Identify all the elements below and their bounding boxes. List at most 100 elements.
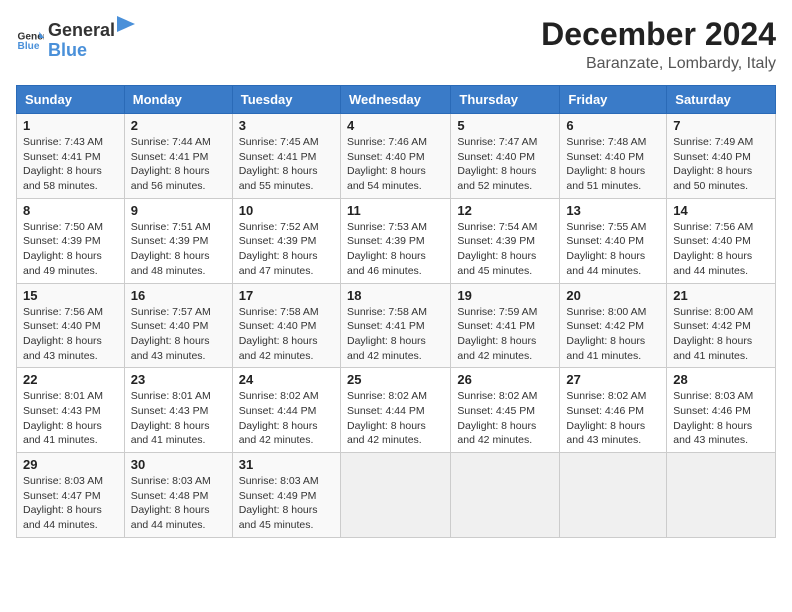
day-number: 13 [566, 203, 660, 218]
day-detail: Sunrise: 7:53 AMSunset: 4:39 PMDaylight:… [347, 221, 427, 277]
calendar-day-cell [667, 453, 776, 538]
logo-blue-text: Blue [48, 40, 87, 60]
calendar-table: SundayMondayTuesdayWednesdayThursdayFrid… [16, 85, 776, 538]
weekday-header: Monday [124, 86, 232, 114]
calendar-week-row: 29 Sunrise: 8:03 AMSunset: 4:47 PMDaylig… [17, 453, 776, 538]
day-detail: Sunrise: 8:01 AMSunset: 4:43 PMDaylight:… [131, 390, 211, 446]
calendar-header-row: SundayMondayTuesdayWednesdayThursdayFrid… [17, 86, 776, 114]
day-number: 2 [131, 118, 226, 133]
day-detail: Sunrise: 7:50 AMSunset: 4:39 PMDaylight:… [23, 221, 103, 277]
calendar-day-cell: 18 Sunrise: 7:58 AMSunset: 4:41 PMDaylig… [340, 283, 450, 368]
weekday-header: Friday [560, 86, 667, 114]
logo-general-text: General [48, 21, 115, 41]
weekday-header: Wednesday [340, 86, 450, 114]
calendar-day-cell: 14 Sunrise: 7:56 AMSunset: 4:40 PMDaylig… [667, 198, 776, 283]
weekday-header: Thursday [451, 86, 560, 114]
day-number: 24 [239, 372, 334, 387]
day-detail: Sunrise: 8:00 AMSunset: 4:42 PMDaylight:… [673, 306, 753, 362]
calendar-day-cell: 15 Sunrise: 7:56 AMSunset: 4:40 PMDaylig… [17, 283, 125, 368]
day-detail: Sunrise: 8:02 AMSunset: 4:44 PMDaylight:… [347, 390, 427, 446]
day-detail: Sunrise: 7:48 AMSunset: 4:40 PMDaylight:… [566, 136, 646, 192]
day-number: 22 [23, 372, 118, 387]
day-detail: Sunrise: 8:03 AMSunset: 4:48 PMDaylight:… [131, 475, 211, 531]
day-detail: Sunrise: 7:54 AMSunset: 4:39 PMDaylight:… [457, 221, 537, 277]
calendar-week-row: 15 Sunrise: 7:56 AMSunset: 4:40 PMDaylig… [17, 283, 776, 368]
calendar-day-cell [340, 453, 450, 538]
calendar-day-cell: 17 Sunrise: 7:58 AMSunset: 4:40 PMDaylig… [232, 283, 340, 368]
weekday-header: Saturday [667, 86, 776, 114]
main-title: December 2024 [541, 16, 776, 53]
calendar-week-row: 1 Sunrise: 7:43 AMSunset: 4:41 PMDayligh… [17, 114, 776, 199]
calendar-day-cell: 2 Sunrise: 7:44 AMSunset: 4:41 PMDayligh… [124, 114, 232, 199]
calendar-day-cell: 20 Sunrise: 8:00 AMSunset: 4:42 PMDaylig… [560, 283, 667, 368]
calendar-day-cell: 10 Sunrise: 7:52 AMSunset: 4:39 PMDaylig… [232, 198, 340, 283]
day-detail: Sunrise: 7:49 AMSunset: 4:40 PMDaylight:… [673, 136, 753, 192]
weekday-header: Sunday [17, 86, 125, 114]
logo: General Blue General Blue [16, 16, 136, 61]
day-detail: Sunrise: 7:59 AMSunset: 4:41 PMDaylight:… [457, 306, 537, 362]
day-detail: Sunrise: 8:03 AMSunset: 4:49 PMDaylight:… [239, 475, 319, 531]
day-detail: Sunrise: 8:02 AMSunset: 4:46 PMDaylight:… [566, 390, 646, 446]
day-detail: Sunrise: 7:58 AMSunset: 4:40 PMDaylight:… [239, 306, 319, 362]
day-detail: Sunrise: 7:52 AMSunset: 4:39 PMDaylight:… [239, 221, 319, 277]
calendar-day-cell [451, 453, 560, 538]
calendar-day-cell: 23 Sunrise: 8:01 AMSunset: 4:43 PMDaylig… [124, 368, 232, 453]
day-detail: Sunrise: 7:43 AMSunset: 4:41 PMDaylight:… [23, 136, 103, 192]
page-header: General Blue General Blue December 2024 … [16, 16, 776, 73]
day-number: 25 [347, 372, 444, 387]
logo-icon: General Blue [16, 24, 44, 52]
calendar-day-cell: 26 Sunrise: 8:02 AMSunset: 4:45 PMDaylig… [451, 368, 560, 453]
day-number: 29 [23, 457, 118, 472]
day-number: 10 [239, 203, 334, 218]
day-number: 23 [131, 372, 226, 387]
calendar-day-cell: 1 Sunrise: 7:43 AMSunset: 4:41 PMDayligh… [17, 114, 125, 199]
calendar-day-cell: 5 Sunrise: 7:47 AMSunset: 4:40 PMDayligh… [451, 114, 560, 199]
day-number: 20 [566, 288, 660, 303]
calendar-day-cell [560, 453, 667, 538]
day-number: 30 [131, 457, 226, 472]
calendar-day-cell: 12 Sunrise: 7:54 AMSunset: 4:39 PMDaylig… [451, 198, 560, 283]
day-number: 17 [239, 288, 334, 303]
day-detail: Sunrise: 7:51 AMSunset: 4:39 PMDaylight:… [131, 221, 211, 277]
calendar-day-cell: 21 Sunrise: 8:00 AMSunset: 4:42 PMDaylig… [667, 283, 776, 368]
calendar-day-cell: 31 Sunrise: 8:03 AMSunset: 4:49 PMDaylig… [232, 453, 340, 538]
calendar-day-cell: 6 Sunrise: 7:48 AMSunset: 4:40 PMDayligh… [560, 114, 667, 199]
calendar-day-cell: 29 Sunrise: 8:03 AMSunset: 4:47 PMDaylig… [17, 453, 125, 538]
day-detail: Sunrise: 8:00 AMSunset: 4:42 PMDaylight:… [566, 306, 646, 362]
day-number: 27 [566, 372, 660, 387]
day-detail: Sunrise: 7:58 AMSunset: 4:41 PMDaylight:… [347, 306, 427, 362]
day-detail: Sunrise: 8:02 AMSunset: 4:44 PMDaylight:… [239, 390, 319, 446]
weekday-header: Tuesday [232, 86, 340, 114]
day-number: 26 [457, 372, 553, 387]
calendar-week-row: 22 Sunrise: 8:01 AMSunset: 4:43 PMDaylig… [17, 368, 776, 453]
calendar-day-cell: 25 Sunrise: 8:02 AMSunset: 4:44 PMDaylig… [340, 368, 450, 453]
day-detail: Sunrise: 7:55 AMSunset: 4:40 PMDaylight:… [566, 221, 646, 277]
calendar-day-cell: 28 Sunrise: 8:03 AMSunset: 4:46 PMDaylig… [667, 368, 776, 453]
title-block: December 2024 Baranzate, Lombardy, Italy [541, 16, 776, 73]
calendar-day-cell: 27 Sunrise: 8:02 AMSunset: 4:46 PMDaylig… [560, 368, 667, 453]
calendar-day-cell: 19 Sunrise: 7:59 AMSunset: 4:41 PMDaylig… [451, 283, 560, 368]
day-number: 9 [131, 203, 226, 218]
calendar-day-cell: 8 Sunrise: 7:50 AMSunset: 4:39 PMDayligh… [17, 198, 125, 283]
calendar-week-row: 8 Sunrise: 7:50 AMSunset: 4:39 PMDayligh… [17, 198, 776, 283]
calendar-day-cell: 30 Sunrise: 8:03 AMSunset: 4:48 PMDaylig… [124, 453, 232, 538]
calendar-day-cell: 24 Sunrise: 8:02 AMSunset: 4:44 PMDaylig… [232, 368, 340, 453]
day-number: 19 [457, 288, 553, 303]
day-detail: Sunrise: 8:02 AMSunset: 4:45 PMDaylight:… [457, 390, 537, 446]
day-detail: Sunrise: 7:56 AMSunset: 4:40 PMDaylight:… [23, 306, 103, 362]
day-detail: Sunrise: 7:46 AMSunset: 4:40 PMDaylight:… [347, 136, 427, 192]
day-number: 21 [673, 288, 769, 303]
calendar-day-cell: 7 Sunrise: 7:49 AMSunset: 4:40 PMDayligh… [667, 114, 776, 199]
day-number: 8 [23, 203, 118, 218]
calendar-day-cell: 3 Sunrise: 7:45 AMSunset: 4:41 PMDayligh… [232, 114, 340, 199]
day-number: 12 [457, 203, 553, 218]
day-number: 18 [347, 288, 444, 303]
subtitle: Baranzate, Lombardy, Italy [541, 55, 776, 73]
day-detail: Sunrise: 7:45 AMSunset: 4:41 PMDaylight:… [239, 136, 319, 192]
calendar-day-cell: 11 Sunrise: 7:53 AMSunset: 4:39 PMDaylig… [340, 198, 450, 283]
day-number: 11 [347, 203, 444, 218]
day-number: 4 [347, 118, 444, 133]
day-detail: Sunrise: 7:44 AMSunset: 4:41 PMDaylight:… [131, 136, 211, 192]
calendar-day-cell: 13 Sunrise: 7:55 AMSunset: 4:40 PMDaylig… [560, 198, 667, 283]
day-number: 28 [673, 372, 769, 387]
